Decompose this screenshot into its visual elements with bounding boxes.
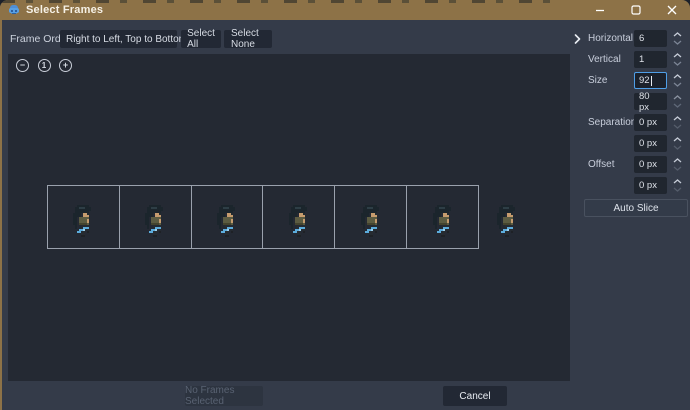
frame-order-value: Right to Left, Top to Bottom [66,33,187,45]
separation-y-spinner[interactable] [671,135,683,152]
cancel-button[interactable]: Cancel [443,386,507,406]
window-title: Select Frames [26,4,104,16]
titlebar[interactable]: Select Frames [0,0,690,20]
auto-slice-button[interactable]: Auto Slice [584,199,688,217]
close-button[interactable] [654,0,690,20]
frame-grid [47,185,479,249]
separation-x-input[interactable]: 0 px [634,114,667,131]
text-caret [650,75,652,86]
minimize-icon [596,9,604,12]
spinner-down-icon[interactable] [673,166,682,171]
horizontal-label: Horizontal [588,33,634,44]
sprite-frame [145,205,164,237]
sprite-frame [432,205,451,237]
separation-y-input[interactable]: 0 px [634,135,667,152]
maximize-icon [631,5,641,15]
vertical-spinner[interactable] [671,51,683,68]
spinner-down-icon[interactable] [673,82,682,87]
sprite-frame [73,205,92,237]
spinner-up-icon[interactable] [673,116,682,121]
zoom-in-button[interactable]: + [59,59,72,72]
zoom-out-button[interactable]: − [16,59,29,72]
frame-cell-1[interactable] [48,186,120,248]
chevron-right-icon [574,34,580,44]
vertical-label: Vertical [588,54,621,65]
collapse-panel-button[interactable] [570,32,584,46]
frame-cell-3[interactable] [192,186,264,248]
offset-y-input[interactable]: 0 px [634,177,667,194]
sprite-frame [360,205,379,237]
spinner-down-icon[interactable] [673,124,682,129]
frame-order-dropdown[interactable]: Right to Left, Top to Bottom [60,30,187,48]
spinner-up-icon[interactable] [673,32,682,37]
unsliced-sprite-frame [497,205,515,237]
frame-cell-6[interactable] [407,186,478,248]
select-none-button[interactable]: Select None [224,28,272,50]
select-frames-dialog: Select Frames Frame Order Right to Left,… [0,0,690,410]
select-all-button[interactable]: Select All [181,28,221,50]
sprite-frame [288,205,307,237]
spinner-down-icon[interactable] [673,61,682,66]
maximize-button[interactable] [618,0,654,20]
vertical-input[interactable]: 1 [634,51,667,68]
offset-x-input[interactable]: 0 px [634,156,667,173]
frame-cell-4[interactable] [263,186,336,248]
spinner-up-icon[interactable] [673,158,682,163]
offset-label: Offset [588,159,615,170]
size-label: Size [588,75,608,86]
spinner-down-icon[interactable] [673,40,682,45]
size-height-spinner[interactable] [671,93,683,110]
spinner-up-icon[interactable] [673,179,682,184]
spinner-up-icon[interactable] [673,53,682,58]
minimize-button[interactable] [582,0,618,20]
app-icon [9,5,19,14]
offset-y-spinner[interactable] [671,177,683,194]
spinner-up-icon[interactable] [673,137,682,142]
frame-cell-2[interactable] [120,186,192,248]
spinner-down-icon[interactable] [673,145,682,150]
size-width-spinner[interactable] [671,72,683,89]
separation-label: Separation [588,117,637,128]
sprite-canvas[interactable]: − 1 + [8,54,570,381]
spinner-up-icon[interactable] [673,74,682,79]
size-width-input[interactable]: 92 [634,72,667,89]
horizontal-spinner[interactable] [671,30,683,47]
spinner-down-icon[interactable] [673,103,682,108]
frame-cell-5[interactable] [335,186,408,248]
spinner-down-icon[interactable] [673,187,682,192]
offset-x-spinner[interactable] [671,156,683,173]
size-height-input[interactable]: 80 px [634,91,667,113]
separation-x-spinner[interactable] [671,114,683,131]
zoom-reset-button[interactable]: 1 [37,59,51,72]
close-icon [667,5,677,15]
sprite-frame [217,205,236,237]
spinner-up-icon[interactable] [673,95,682,100]
horizontal-input[interactable]: 6 [634,30,667,47]
no-frames-selected-button[interactable]: No Frames Selected [185,385,263,407]
